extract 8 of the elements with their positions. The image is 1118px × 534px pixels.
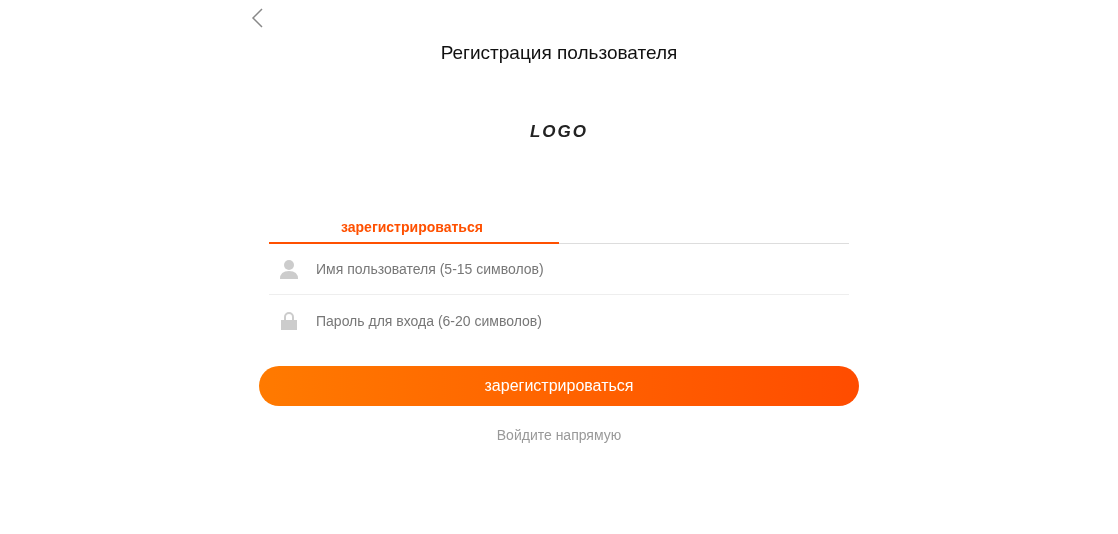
login-link[interactable]: Войдите напрямую xyxy=(496,427,622,443)
back-icon[interactable] xyxy=(251,8,263,28)
logo: LOGO xyxy=(529,122,589,142)
register-button[interactable]: зарегистрироваться xyxy=(259,366,859,406)
register-tab[interactable]: зарегистрироваться xyxy=(269,214,559,244)
user-icon xyxy=(279,259,299,279)
lock-icon xyxy=(279,311,299,330)
page-title: Регистрация пользователя xyxy=(440,42,678,64)
